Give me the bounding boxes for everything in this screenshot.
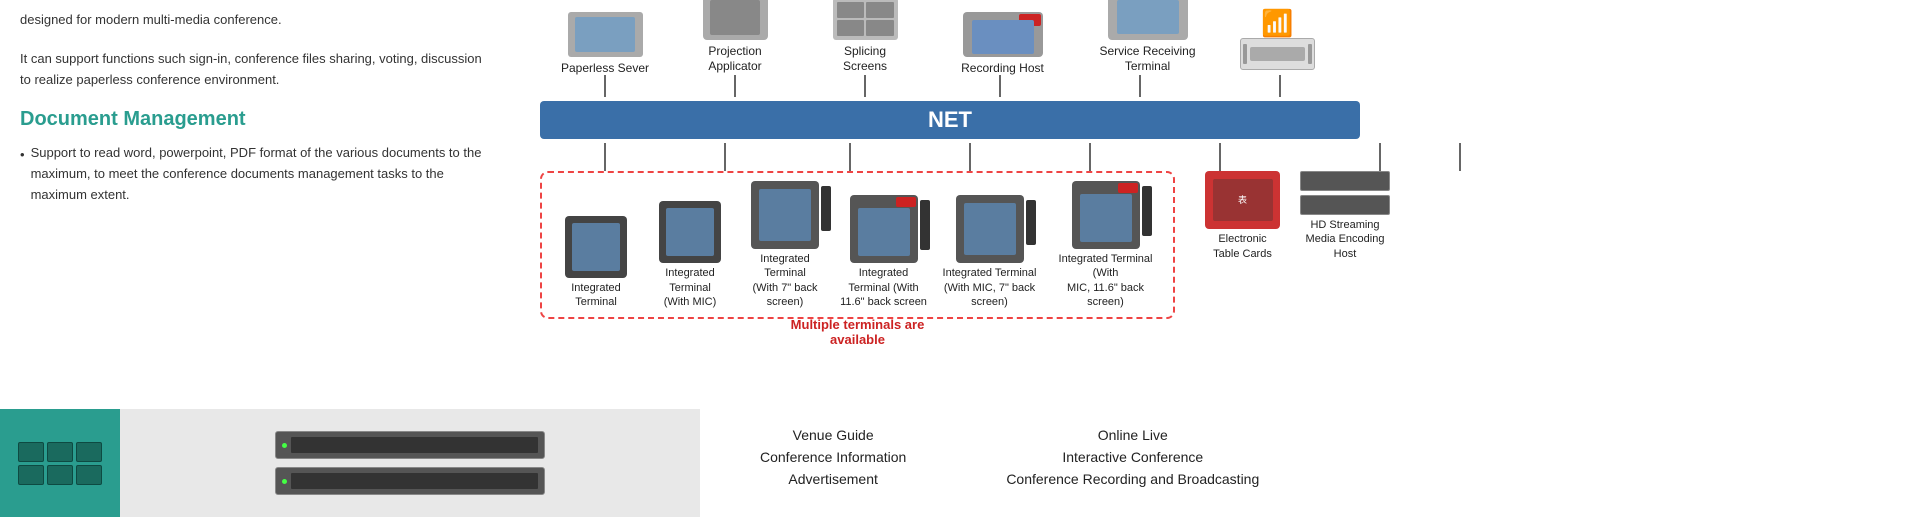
bullet-text: Support to read word, powerpoint, PDF fo… <box>31 143 490 205</box>
bottom-links-section: Venue Guide Conference Information Adver… <box>700 409 1920 517</box>
rack-led-2 <box>282 479 287 484</box>
terminal-5-label: Integrated Terminal(With MIC, 7" backscr… <box>943 266 1037 309</box>
terminal-6-icon <box>1072 181 1140 249</box>
service-terminal-icon <box>1108 0 1188 40</box>
connector-lines-top <box>540 75 1360 97</box>
terminal-1-label: IntegratedTerminal <box>571 281 621 310</box>
terminal-2: IntegratedTerminal(With MIC) <box>646 201 734 309</box>
recording-host-label: Recording Host <box>961 61 1044 75</box>
server-unit <box>18 465 44 485</box>
intro-text-1: designed for modern multi-media conferen… <box>20 10 490 31</box>
server-unit <box>47 465 73 485</box>
terminal-4-red-btn <box>896 197 916 207</box>
terminal-1: IntegratedTerminal <box>552 216 640 310</box>
bottom-link-4: Online Live <box>1006 427 1259 443</box>
device-service-terminal: Service ReceivingTerminal <box>1075 0 1220 75</box>
bottom-right-col: Online Live Interactive Conference Confe… <box>1006 427 1259 487</box>
bullet-list: • Support to read word, powerpoint, PDF … <box>20 143 490 205</box>
bottom-link-5: Interactive Conference <box>1006 449 1259 465</box>
recording-host-icon <box>963 12 1043 57</box>
bottom-left-col: Venue Guide Conference Information Adver… <box>760 427 906 487</box>
electronic-table-cards: 表 ElectronicTable Cards <box>1205 171 1280 261</box>
bottom-link-6: Conference Recording and Broadcasting <box>1006 471 1259 487</box>
multiple-terminals-text: Multiple terminals areavailable <box>791 317 925 347</box>
terminal-5-icon <box>956 195 1024 263</box>
terminal-6-red-btn <box>1118 183 1138 193</box>
device-projection: ProjectionApplicator <box>670 0 800 75</box>
service-terminal-screen <box>1117 0 1179 34</box>
terminal-6: Integrated Terminal (WithMIC, 11.6" back… <box>1048 181 1163 309</box>
server-unit <box>76 465 102 485</box>
terminal-4-icon <box>850 195 918 263</box>
net-bar-container: NET <box>540 101 1910 139</box>
bottom-strip: Venue Guide Conference Information Adver… <box>0 409 1920 517</box>
paperless-server-icon <box>568 12 643 57</box>
rack-led-1 <box>282 443 287 448</box>
terminal-4: IntegratedTerminal (With11.6" back scree… <box>836 195 931 309</box>
projection-icon <box>703 0 768 40</box>
server-unit <box>47 442 73 462</box>
server-grid <box>18 442 102 485</box>
terminal-6-label: Integrated Terminal (WithMIC, 11.6" back… <box>1048 252 1163 309</box>
server-unit <box>18 442 44 462</box>
terminals-row: IntegratedTerminal IntegratedTerminal(Wi… <box>540 171 1910 319</box>
bullet-dot: • <box>20 145 25 166</box>
wifi-icon: 📶 <box>1261 10 1293 36</box>
rack-slot-2 <box>291 473 538 489</box>
recording-screen <box>972 20 1034 54</box>
connector-lines-bottom <box>540 143 1490 171</box>
hd-streaming-label: HD StreamingMedia EncodingHost <box>1306 218 1385 261</box>
device-paperless-server: Paperless Sever <box>540 12 670 75</box>
server-unit <box>76 442 102 462</box>
table-cards-label: ElectronicTable Cards <box>1213 232 1272 261</box>
bottom-link-3: Advertisement <box>760 471 906 487</box>
bottom-link-1: Venue Guide <box>760 427 906 443</box>
rack-unit-2 <box>275 467 545 495</box>
hd-streaming-host: HD StreamingMedia EncodingHost <box>1300 171 1390 261</box>
terminal-2-label: IntegratedTerminal(With MIC) <box>664 266 717 309</box>
terminal-4-label: IntegratedTerminal (With11.6" back scree… <box>840 266 927 309</box>
terminal-1-icon <box>565 216 627 278</box>
bottom-devices-section <box>120 409 700 517</box>
doc-management-title: Document Management <box>20 108 490 131</box>
router-icon <box>1240 38 1315 70</box>
bottom-green-section <box>0 409 120 517</box>
rack-slot-1 <box>291 437 538 453</box>
terminal-2-icon <box>659 201 721 263</box>
terminal-3-label: IntegratedTerminal(With 7" backscreen) <box>752 252 817 309</box>
terminal-3-icon <box>751 181 819 249</box>
net-bar: NET <box>540 101 1360 139</box>
bottom-link-2: Conference Information <box>760 449 906 465</box>
hd-streaming-icon <box>1300 171 1390 215</box>
terminal-3: IntegratedTerminal(With 7" backscreen) <box>740 181 830 309</box>
rack-unit-1 <box>275 431 545 459</box>
device-splicing: SplicingScreens <box>800 0 930 75</box>
right-extra-devices: 表 ElectronicTable Cards HD StreamingMedi… <box>1205 171 1390 261</box>
service-terminal-label: Service ReceivingTerminal <box>1099 44 1195 75</box>
device-recording-host: Recording Host <box>930 12 1075 75</box>
paperless-server-label: Paperless Sever <box>561 61 649 75</box>
splicing-icon <box>833 0 898 40</box>
projection-label: ProjectionApplicator <box>708 44 761 75</box>
table-cards-icon: 表 <box>1205 171 1280 229</box>
intro-text-2: It can support functions such sign-in, c… <box>20 49 490 91</box>
splicing-label: SplicingScreens <box>843 44 887 75</box>
list-item: • Support to read word, powerpoint, PDF … <box>20 143 490 205</box>
wifi-router-area: 📶 <box>1240 10 1315 70</box>
terminals-dashed-box: IntegratedTerminal IntegratedTerminal(Wi… <box>540 171 1175 319</box>
terminal-5: Integrated Terminal(With MIC, 7" backscr… <box>937 195 1042 309</box>
